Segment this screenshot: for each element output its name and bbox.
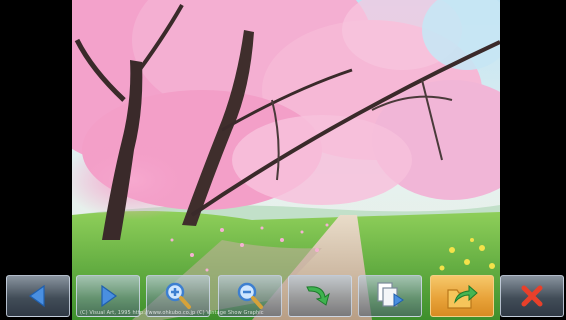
share-button[interactable] [430,275,494,317]
slideshow-button[interactable] [358,275,422,317]
rotate-arrow-icon [306,286,330,306]
share-folder-icon [447,284,478,309]
zoom-out-icon [237,282,263,309]
prev-button[interactable] [6,275,70,317]
image-viewer-screen: (C) Visual Art, 1995 http://www.ohkubo.c… [0,0,566,320]
arrow-right-icon [101,284,118,308]
rotate-button[interactable] [288,275,352,317]
close-button[interactable] [500,275,564,317]
slideshow-icon [377,282,404,307]
arrow-left-icon [28,284,45,308]
zoom-in-icon [165,282,191,309]
close-x-icon [521,285,543,307]
copyright-text: (C) Visual Art, 1995 http://www.ohkubo.c… [80,310,264,316]
